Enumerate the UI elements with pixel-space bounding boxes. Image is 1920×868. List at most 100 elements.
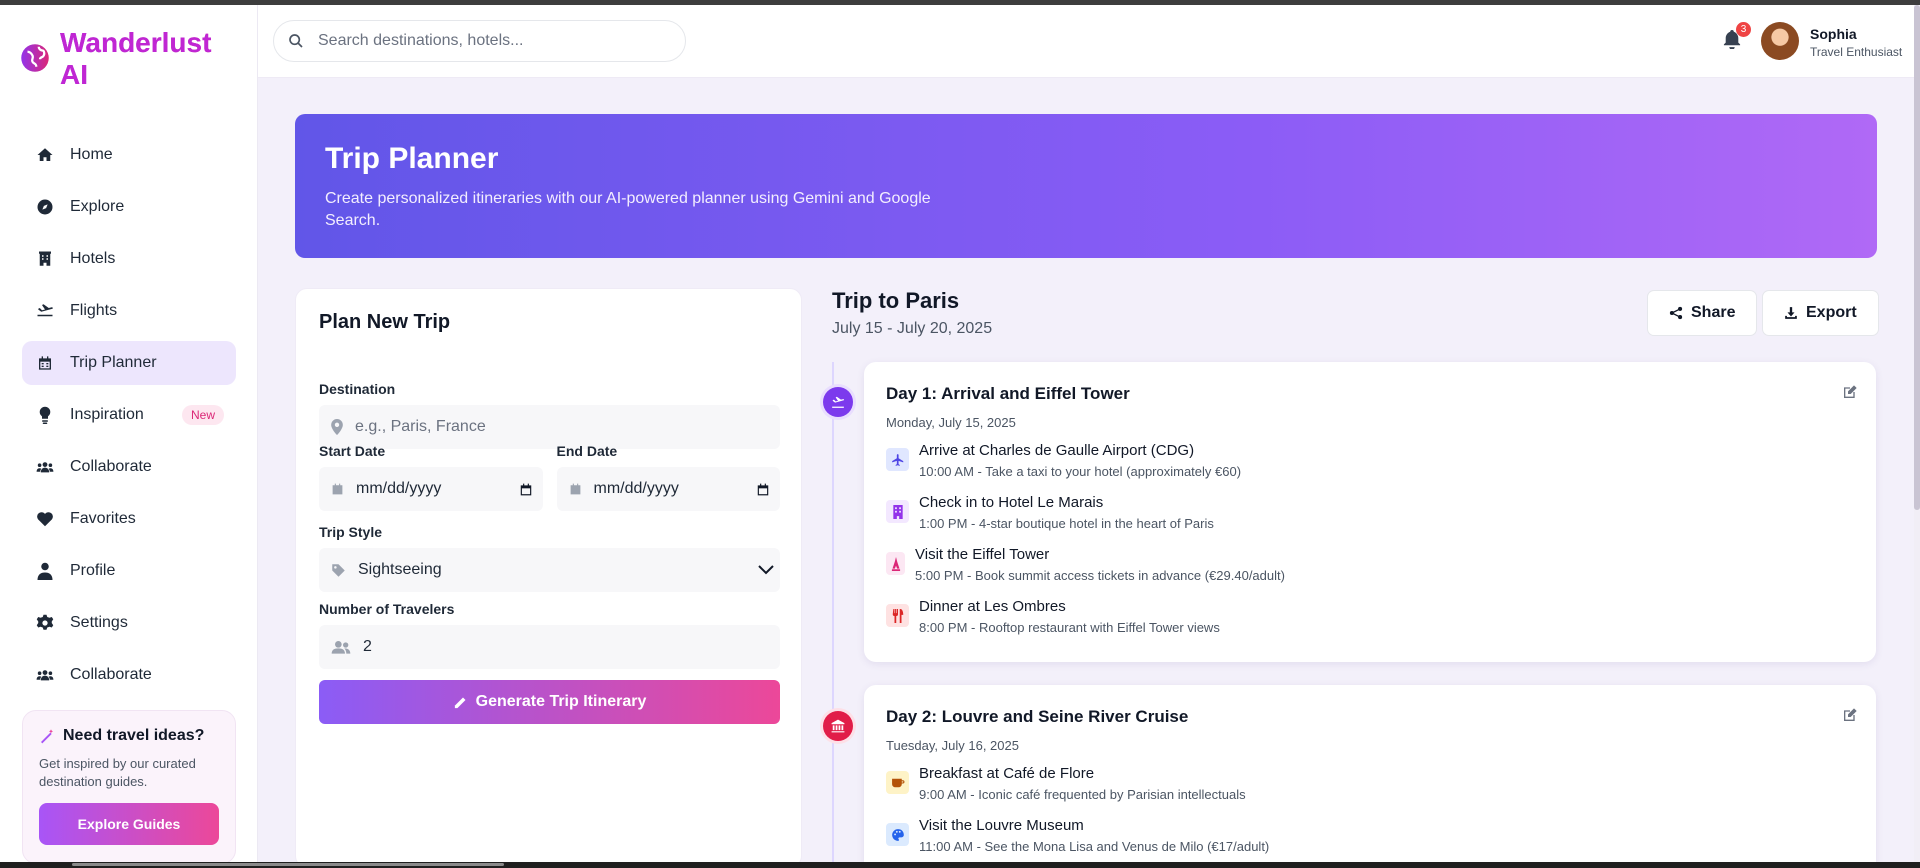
activity-item[interactable]: Check in to Hotel Le Marais 1:00 PM - 4-s… bbox=[886, 494, 1854, 546]
export-button[interactable]: Export bbox=[1762, 290, 1879, 336]
travelers-group: Number of Travelers 2 bbox=[319, 601, 780, 669]
activity-detail: 10:00 AM - Take a taxi to your hotel (ap… bbox=[919, 464, 1242, 479]
date-picker-icon[interactable] bbox=[519, 482, 533, 497]
calendar-icon bbox=[36, 354, 54, 372]
sidebar-item-home[interactable]: Home bbox=[22, 133, 236, 177]
date-picker-icon[interactable] bbox=[756, 482, 770, 497]
notifications-button[interactable]: 3 bbox=[1723, 22, 1751, 53]
horizontal-scrollbar-thumb[interactable] bbox=[72, 863, 504, 866]
sidebar-item-label: Home bbox=[70, 146, 113, 163]
users-icon bbox=[36, 458, 54, 476]
plan-card-title: Plan New Trip bbox=[319, 311, 451, 333]
sidebar-item-hotels[interactable]: Hotels bbox=[22, 237, 236, 281]
scrollbar-thumb[interactable] bbox=[1914, 5, 1920, 510]
sidebar-item-label: Collaborate bbox=[70, 666, 152, 683]
edit-icon[interactable] bbox=[1842, 384, 1858, 400]
day-card: Day 2: Louvre and Seine River Cruise Tue… bbox=[864, 685, 1876, 868]
travelers-label: Number of Travelers bbox=[319, 601, 455, 617]
travelers-input[interactable]: 2 bbox=[319, 625, 780, 669]
user-role: Travel Enthusiast bbox=[1810, 45, 1903, 59]
activity-item[interactable]: Dinner at Les Ombres 8:00 PM - Rooftop re… bbox=[886, 598, 1854, 650]
end-date-group: End Date mm/dd/yyyy bbox=[556, 443, 780, 511]
travel-ideas-title: Need travel ideas? bbox=[63, 727, 205, 744]
sidebar-item-flights[interactable]: Flights bbox=[22, 289, 236, 333]
page-title: Trip Planner bbox=[325, 142, 499, 175]
user-icon bbox=[36, 562, 54, 580]
destination-group: Destination e.g., Paris, France bbox=[319, 381, 780, 449]
share-button[interactable]: Share bbox=[1647, 290, 1758, 336]
sidebar: Wanderlust AI Home Explore Hotels Flight… bbox=[0, 5, 258, 864]
search-bar[interactable] bbox=[273, 20, 686, 62]
sidebar-item-explore[interactable]: Explore bbox=[22, 185, 236, 229]
activity-detail: 1:00 PM - 4-star boutique hotel in the h… bbox=[919, 516, 1214, 531]
search-input[interactable] bbox=[318, 32, 658, 50]
activity-detail: 11:00 AM - See the Mona Lisa and Venus d… bbox=[919, 839, 1270, 854]
app-logo[interactable]: Wanderlust AI bbox=[20, 27, 240, 91]
sidebar-item-settings[interactable]: Settings bbox=[22, 601, 236, 645]
start-date-label: Start Date bbox=[319, 443, 386, 459]
activity-title: Visit the Louvre Museum bbox=[919, 817, 1084, 834]
end-date-label: End Date bbox=[556, 443, 618, 459]
calendar-icon bbox=[570, 483, 580, 495]
landmark-icon bbox=[886, 552, 905, 575]
page-subtitle: Create personalized itineraries with our… bbox=[325, 190, 931, 229]
day-2-marker bbox=[823, 711, 853, 741]
itinerary-timeline bbox=[832, 362, 834, 862]
sidebar-item-label: Flights bbox=[70, 302, 118, 319]
itinerary-dates: July 15 - July 20, 2025 bbox=[832, 320, 993, 337]
landmark-icon bbox=[831, 719, 845, 733]
map-pin-icon bbox=[331, 419, 343, 435]
calendar-icon bbox=[332, 483, 343, 495]
sidebar-item-profile[interactable]: Profile bbox=[22, 549, 236, 593]
utensils-icon bbox=[886, 604, 909, 627]
share-icon bbox=[1669, 306, 1683, 320]
sidebar-item-collaborate[interactable]: Collaborate bbox=[22, 445, 236, 489]
generate-button-label: Generate Trip Itinerary bbox=[475, 693, 647, 710]
plan-new-trip-card: Plan New Trip Destination e.g., Paris, F… bbox=[295, 288, 802, 868]
export-label: Export bbox=[1806, 304, 1857, 321]
horizontal-scrollbar[interactable] bbox=[0, 862, 1920, 868]
travel-ideas-card: Need travel ideas? Get inspired by our c… bbox=[22, 710, 236, 864]
palette-icon bbox=[886, 823, 909, 846]
day-title: Day 2: Louvre and Seine River Cruise bbox=[886, 707, 1189, 726]
date-row: Start Date mm/dd/yyyy End Date mm/dd/yyy… bbox=[319, 443, 780, 511]
day-title: Day 1: Arrival and Eiffel Tower bbox=[886, 384, 1130, 403]
sidebar-item-label: Profile bbox=[70, 562, 116, 579]
plane-landing-icon bbox=[832, 396, 845, 408]
sidebar-item-label: Hotels bbox=[70, 250, 116, 267]
home-icon bbox=[36, 146, 54, 164]
activity-item[interactable]: Visit the Louvre Museum 11:00 AM - See th… bbox=[886, 817, 1854, 868]
sidebar-item-favorites[interactable]: Favorites bbox=[22, 497, 236, 541]
end-date-field[interactable]: mm/dd/yyyy bbox=[556, 467, 780, 511]
page-scrollbar[interactable] bbox=[1914, 5, 1920, 862]
sidebar-nav: Home Explore Hotels Flights Trip Planner… bbox=[22, 133, 236, 705]
sidebar-item-label: Settings bbox=[70, 614, 128, 631]
travelers-value: 2 bbox=[363, 638, 372, 655]
activity-detail: 8:00 PM - Rooftop restaurant with Eiffel… bbox=[919, 620, 1220, 635]
app-name: Wanderlust AI bbox=[60, 27, 240, 91]
sidebar-item-inspiration[interactable]: Inspiration New bbox=[22, 393, 236, 437]
sidebar-item-trip-planner[interactable]: Trip Planner bbox=[22, 341, 236, 385]
trip-style-select[interactable]: Sightseeing bbox=[319, 548, 780, 592]
plane-icon bbox=[36, 302, 54, 320]
search-icon bbox=[289, 34, 303, 48]
start-date-field[interactable]: mm/dd/yyyy bbox=[319, 467, 543, 511]
globe-icon bbox=[21, 44, 49, 72]
activity-detail: 5:00 PM - Book summit access tickets in … bbox=[915, 568, 1285, 583]
generate-itinerary-button[interactable]: Generate Trip Itinerary bbox=[319, 680, 780, 724]
building-icon bbox=[36, 250, 54, 268]
explore-guides-button[interactable]: Explore Guides bbox=[39, 803, 219, 845]
day-date: Monday, July 15, 2025 bbox=[886, 415, 1016, 430]
activity-title: Arrive at Charles de Gaulle Airport (CDG… bbox=[919, 442, 1195, 459]
sidebar-item-collaborate-2[interactable]: Collaborate bbox=[22, 653, 236, 697]
sidebar-item-label: Favorites bbox=[70, 510, 136, 527]
pencil-icon bbox=[454, 697, 466, 708]
activity-item[interactable]: Breakfast at Café de Flore 9:00 AM - Icon… bbox=[886, 765, 1854, 817]
edit-icon[interactable] bbox=[1842, 707, 1858, 723]
avatar[interactable] bbox=[1761, 22, 1799, 60]
activity-item[interactable]: Visit the Eiffel Tower 5:00 PM - Book sum… bbox=[886, 546, 1854, 598]
activity-item[interactable]: Arrive at Charles de Gaulle Airport (CDG… bbox=[886, 442, 1854, 494]
magic-wand-icon bbox=[41, 729, 53, 744]
end-date-value: mm/dd/yyyy bbox=[593, 480, 679, 497]
itinerary-title: Trip to Paris bbox=[832, 288, 960, 313]
